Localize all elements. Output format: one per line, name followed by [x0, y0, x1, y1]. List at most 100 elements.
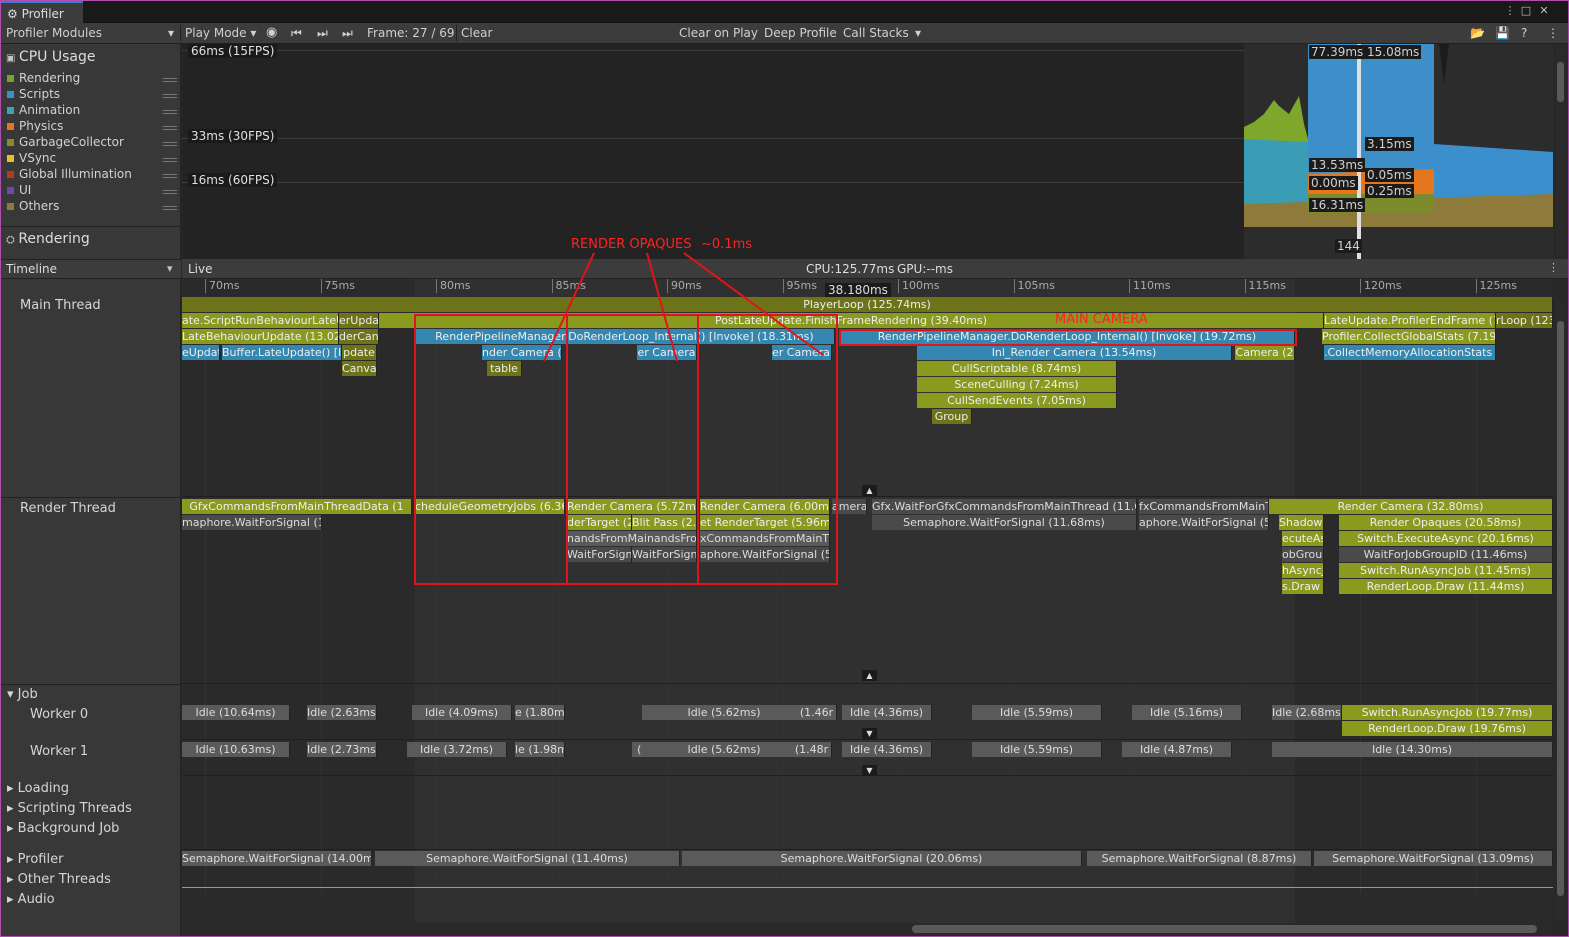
legend-item-others[interactable]: Others [7, 199, 177, 215]
drag-handle-icon[interactable] [163, 142, 177, 146]
timeline-sample[interactable]: SceneCulling (7.24ms) [917, 377, 1117, 392]
timeline-sample[interactable]: LateBehaviourUpdate (13.02ms) [182, 329, 339, 344]
audio-group-toggle[interactable]: ▸ Audio [7, 892, 55, 907]
timeline-sample[interactable]: Idle (5.62ms) [642, 742, 807, 757]
timeline-sample[interactable]: maphore.WaitForSignal (16.29 [182, 515, 322, 530]
chart-scrollbar[interactable] [1556, 44, 1565, 256]
timeline-sample[interactable]: Idle (4.09ms) [412, 705, 512, 720]
timeline-sample[interactable]: CullScriptable (8.74ms) [917, 361, 1117, 376]
drag-handle-icon[interactable] [163, 158, 177, 162]
legend-item-garbagecollector[interactable]: GarbageCollector [7, 135, 177, 151]
first-frame-icon[interactable]: ⏮ [291, 23, 302, 43]
timeline-sample[interactable]: RenderLoop.Draw (19.76ms) [1342, 721, 1553, 736]
deep-profile-button[interactable]: Deep Profile [764, 23, 837, 43]
timeline-sample[interactable]: Profiler.CollectGlobalStats (7.19ms) [1322, 329, 1496, 344]
clear-button[interactable]: Clear [461, 23, 492, 43]
call-stacks-button[interactable]: Call Stacks [843, 23, 909, 43]
timeline-sample[interactable]: Idle (10.63ms) [182, 742, 290, 757]
collapse-main-icon[interactable]: ▲ [862, 485, 877, 496]
help-icon[interactable]: ? [1521, 23, 1527, 43]
timeline-sample[interactable]: (1.46r [797, 705, 837, 720]
options-icon[interactable]: ⋮ [1547, 23, 1559, 43]
timeline-sample[interactable]: rLoop (123.4 [1496, 313, 1553, 328]
timeline-sample[interactable]: Render Camera (32.80ms) [1269, 499, 1553, 514]
timeline-sample[interactable]: Semaphore.WaitForSignal (11.68ms) [872, 515, 1137, 530]
timeline-sample[interactable]: Semaphore.WaitForSignal (13.09ms) [1314, 851, 1553, 866]
load-icon[interactable]: 📂 [1470, 23, 1485, 43]
timeline-sample[interactable]: Camera (2 [1235, 345, 1295, 360]
timeline-sample[interactable]: pdate [342, 345, 377, 360]
profiler-modules-dropdown[interactable]: Profiler Modules ▾ [6, 23, 178, 43]
profiler-group-toggle[interactable]: ▸ Profiler [7, 852, 63, 867]
close-icon[interactable]: ✕ [1537, 4, 1551, 18]
timeline-sample[interactable]: Semaphore.WaitForSignal (20.06ms) [682, 851, 1082, 866]
timeline-sample[interactable]: GfxCommandsFromMainThreadData (1 [182, 499, 412, 514]
timeline-sample[interactable]: e (1.80m [515, 705, 565, 720]
legend-item-animation[interactable]: Animation [7, 103, 177, 119]
timeline-h-scrollbar[interactable] [182, 923, 1553, 935]
timeline-sample[interactable]: Idle (5.16ms) [1132, 705, 1242, 720]
legend-item-scripts[interactable]: Scripts [7, 87, 177, 103]
legend-item-global-illumination[interactable]: Global Illumination [7, 167, 177, 183]
timeline-sample[interactable]: Idle (3.72ms) [407, 742, 507, 757]
timeline-sample[interactable]: Idle (4.36ms) [842, 705, 932, 720]
save-icon[interactable]: 💾 [1495, 23, 1510, 43]
drag-handle-icon[interactable] [163, 94, 177, 98]
legend-item-ui[interactable]: UI [7, 183, 177, 199]
timeline-sample[interactable]: obGroupID [1282, 547, 1324, 562]
expand-worker1-icon[interactable]: ▼ [862, 765, 877, 776]
timeline-sample[interactable]: le (1.98m [515, 742, 565, 757]
clear-on-play-button[interactable]: Clear on Play [679, 23, 758, 43]
timeline-sample[interactable]: Gfx.WaitForGfxCommandsFromMainThread (11… [872, 499, 1137, 514]
timeline-view[interactable]: 70ms 75ms 80ms 85ms 90ms 95ms 100ms 105ms 110ms 1… [182, 279, 1553, 924]
timeline-sample[interactable]: Idle (2.73ms) [307, 742, 377, 757]
timeline-sample[interactable]: Switch.RunAsyncJob (19.77ms) [1342, 705, 1553, 720]
timeline-sample[interactable]: Idle (10.64ms) [182, 705, 290, 720]
timeline-sample[interactable]: Render Opaques (20.58ms) [1339, 515, 1553, 530]
timeline-sample[interactable]: Canva [342, 361, 377, 376]
timeline-sample[interactable]: Idle (2.68ms) [1272, 705, 1342, 720]
rendering-chart[interactable]: 144 [182, 227, 1553, 259]
timeline-sample[interactable]: Idle (2.63ms) [307, 705, 377, 720]
timeline-sample[interactable]: WaitForJobGroupID (11.46ms) [1339, 547, 1553, 562]
live-button[interactable]: Live [188, 262, 213, 276]
timeline-sample[interactable]: fxCommandsFromMainThr [1139, 499, 1269, 514]
timeline-sample[interactable]: hAsyncJob [1282, 563, 1324, 578]
cpu-module-header[interactable]: ▣ CPU Usage [6, 49, 96, 67]
timeline-sample[interactable]: Group [932, 409, 972, 424]
drag-handle-icon[interactable] [163, 78, 177, 82]
timeline-sample[interactable]: eUpdat [182, 345, 220, 360]
scrollbar-thumb[interactable] [912, 925, 1537, 933]
timeline-sample[interactable]: Semaphore.WaitForSignal (14.00ms) [182, 851, 372, 866]
play-mode-dropdown[interactable]: Play Mode ▾ [185, 23, 256, 43]
next-frame-icon[interactable]: ⏭ [317, 23, 328, 43]
timeline-options-icon[interactable]: ⋮ [1548, 261, 1559, 274]
scrollbar-thumb[interactable] [1557, 321, 1564, 896]
collapse-render-icon[interactable]: ▲ [862, 670, 877, 681]
drag-handle-icon[interactable] [163, 126, 177, 130]
timeline-sample[interactable]: derCan [339, 329, 379, 344]
timeline-sample[interactable]: aphore.WaitForSignal (5.50 [1139, 515, 1269, 530]
drag-handle-icon[interactable] [163, 110, 177, 114]
cpu-usage-chart[interactable]: 66ms (15FPS) 33ms (30FPS) 16ms (60FPS) 7… [182, 44, 1553, 227]
timeline-sample[interactable]: ecuteAsync [1282, 531, 1324, 546]
timeline-sample[interactable]: CullSendEvents (7.05ms) [917, 393, 1117, 408]
timeline-sample[interactable]: Switch.ExecuteAsync (20.16ms) [1339, 531, 1553, 546]
timeline-sample[interactable]: Inl_Render Camera (13.54ms) [917, 345, 1232, 360]
drag-handle-icon[interactable] [163, 190, 177, 194]
timeline-sample[interactable]: Idle (5.62ms) [642, 705, 807, 720]
legend-item-vsync[interactable]: VSync [7, 151, 177, 167]
timeline-sample[interactable]: Idle (4.36ms) [842, 742, 932, 757]
timeline-sample[interactable]: Shadowma [1279, 515, 1324, 530]
other-group-toggle[interactable]: ▸ Other Threads [7, 872, 111, 887]
timeline-sample[interactable]: Buffer.LateUpdate() [In [222, 345, 342, 360]
timeline-sample[interactable]: PlayerLoop (125.74ms) [182, 297, 1553, 312]
timeline-sample[interactable]: LateUpdate.ProfilerEndFrame (7.19 [1324, 313, 1496, 328]
drag-handle-icon[interactable] [163, 174, 177, 178]
timeline-v-scrollbar[interactable] [1556, 301, 1565, 921]
timeline-sample[interactable]: Semaphore.WaitForSignal (11.40ms) [375, 851, 680, 866]
timeline-sample[interactable]: ate.ScriptRunBehaviourLateUpda [182, 313, 339, 328]
call-stacks-chevron-icon[interactable]: ▾ [915, 23, 921, 43]
scrollbar-thumb[interactable] [1557, 62, 1564, 102]
timeline-sample[interactable]: Idle (5.59ms) [972, 705, 1102, 720]
